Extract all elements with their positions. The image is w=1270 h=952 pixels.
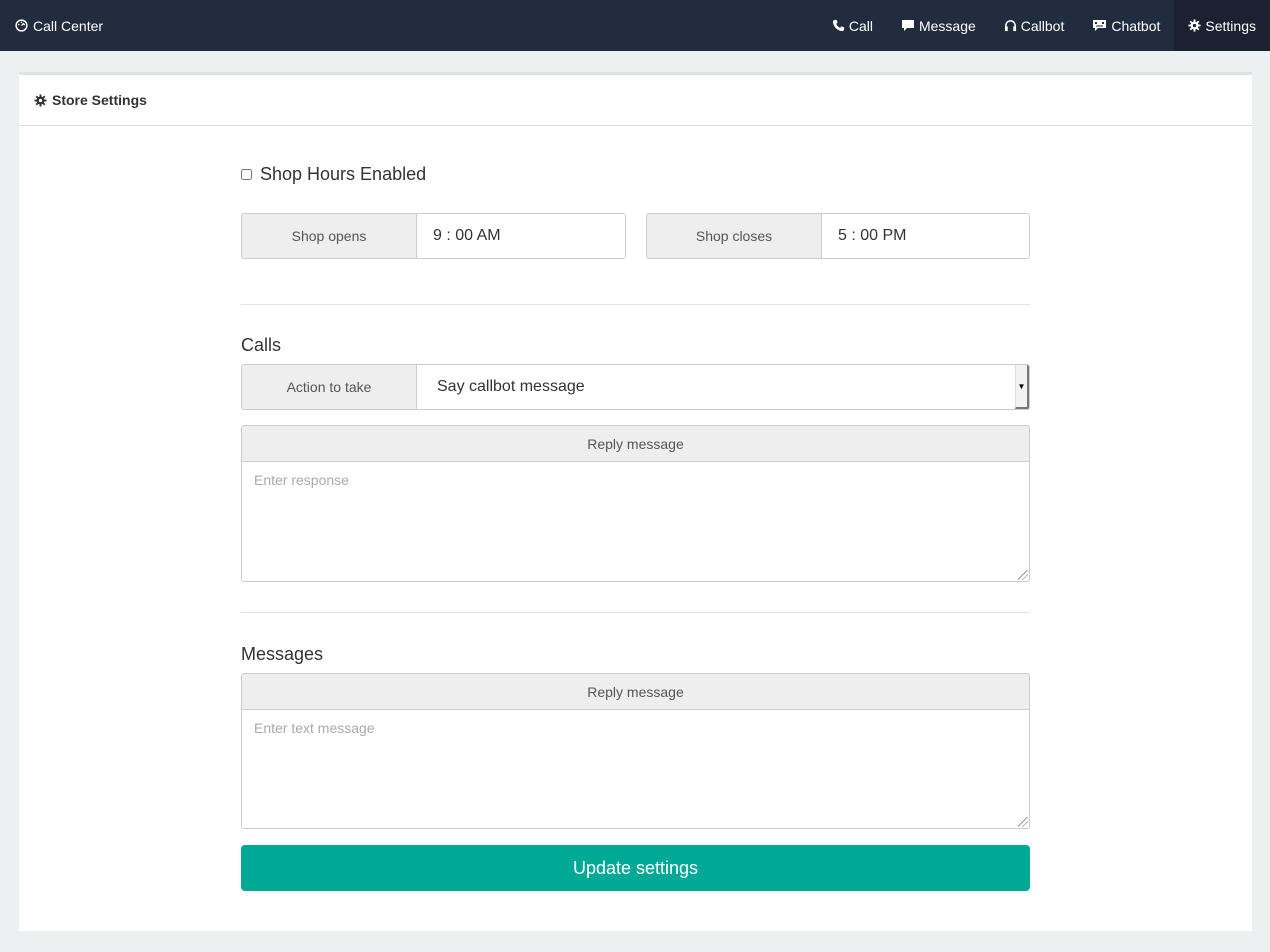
panel-title: Store Settings [52,92,147,108]
calls-section-title: Calls [241,335,282,355]
shop-hours-enabled-row[interactable]: Shop Hours Enabled [241,164,426,185]
resize-handle-icon[interactable] [1018,570,1028,580]
divider [241,304,1030,305]
divider [241,612,1030,613]
action-to-take-label: Action to take [242,365,417,409]
calls-reply-placeholder: Enter response [254,472,349,488]
action-to-take-value: Say callbot message [437,378,585,395]
shop-closes-input[interactable]: 5 : 00 PM [822,214,1029,258]
resize-handle-icon[interactable] [1018,817,1028,827]
nav-menu: Call Message Callbot Chatbot Settings [818,0,1270,51]
messages-reply-group: Reply message Enter text message [241,673,1030,829]
calls-reply-textarea[interactable]: Enter response [242,462,1029,581]
messages-reply-placeholder: Enter text message [254,720,375,736]
brand-label: Call Center [33,17,104,34]
gear-icon [34,93,47,107]
shop-closes-group: Shop closes 5 : 00 PM [646,213,1030,259]
messages-section-title: Messages [241,644,324,664]
nav-label: Settings [1205,17,1256,34]
calls-reply-label: Reply message [242,426,1029,462]
nav-item-chatbot[interactable]: Chatbot [1078,0,1174,51]
shop-opens-label: Shop opens [242,214,417,258]
nav-label: Call [848,17,873,34]
phone-icon [832,19,845,32]
chatbot-icon [1092,19,1107,32]
action-to-take-group: Action to take Say callbot message ▼ [241,364,1030,410]
messages-reply-textarea[interactable]: Enter text message [242,710,1029,828]
dashboard-icon [15,19,28,32]
gear-icon [1188,19,1201,32]
shop-hours-enabled-checkbox[interactable] [241,169,252,180]
update-settings-button[interactable]: Update settings [241,845,1030,891]
messages-reply-label: Reply message [242,674,1029,710]
shop-opens-group: Shop opens 9 : 00 AM [241,213,626,259]
shop-opens-input[interactable]: 9 : 00 AM [417,214,625,258]
nav-item-call[interactable]: Call [818,0,887,51]
chevron-down-icon[interactable]: ▼ [1015,365,1029,409]
comment-icon [901,19,915,32]
brand-link[interactable]: Call Center [15,0,103,51]
nav-label: Callbot [1020,17,1065,34]
action-to-take-select[interactable]: Say callbot message ▼ [417,365,1029,409]
panel-heading: Store Settings [19,75,1252,126]
nav-item-message[interactable]: Message [887,0,990,51]
nav-item-callbot[interactable]: Callbot [990,0,1079,51]
shop-hours-enabled-label: Shop Hours Enabled [260,164,427,184]
headphones-icon [1004,19,1017,32]
top-navbar: Call Center Call Message Callbot Chatbot [0,0,1270,51]
calls-reply-group: Reply message Enter response [241,425,1030,582]
nav-label: Chatbot [1111,17,1161,34]
store-settings-panel: Store Settings Shop Hours Enabled Shop o… [19,72,1252,931]
nav-item-settings[interactable]: Settings [1174,0,1270,51]
shop-closes-label: Shop closes [647,214,822,258]
nav-label: Message [918,17,976,34]
